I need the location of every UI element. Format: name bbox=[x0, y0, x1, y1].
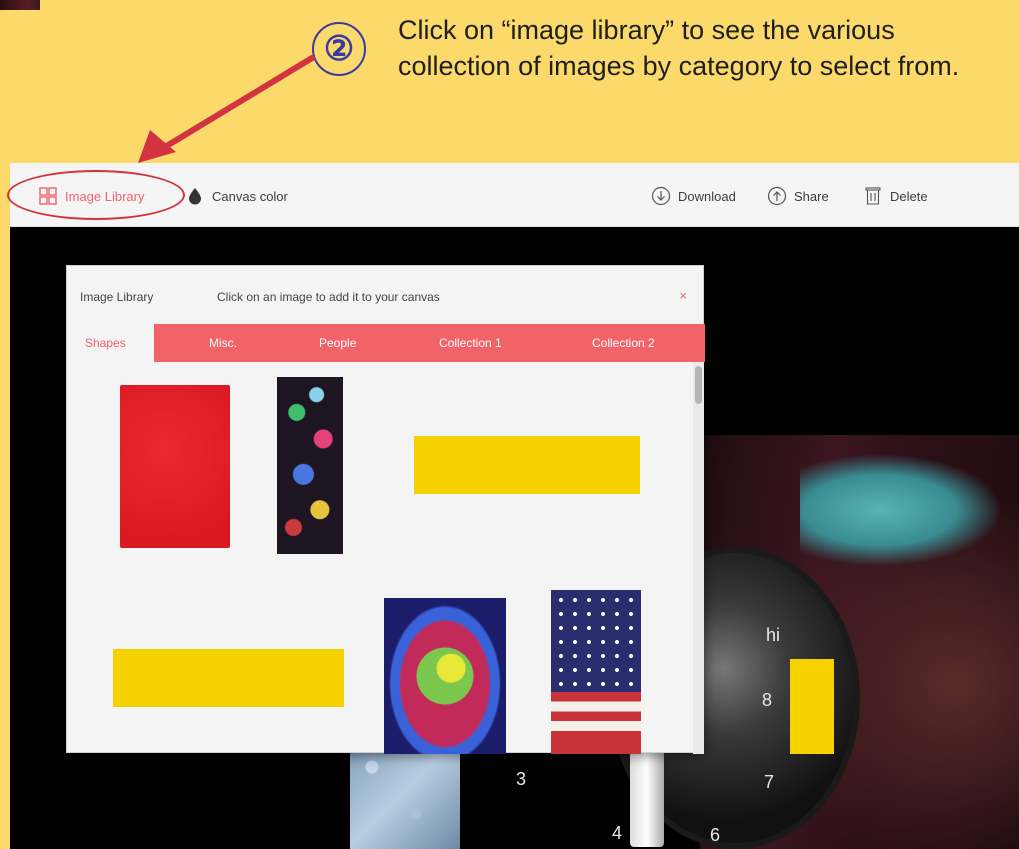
grid-icon bbox=[38, 186, 58, 206]
modal-title: Image Library bbox=[80, 290, 154, 304]
share-icon bbox=[767, 186, 787, 206]
canvas-color-button[interactable]: Canvas color bbox=[185, 185, 288, 207]
editor-toolbar: Image Library Canvas color Download Shar… bbox=[10, 163, 1019, 227]
dial-label: hi bbox=[766, 625, 781, 645]
image-library-label: Image Library bbox=[65, 188, 145, 204]
dial-label: 8 bbox=[762, 690, 773, 710]
image-library-modal: Image Library Click on an image to add i… bbox=[66, 265, 705, 754]
canvas-color-label: Canvas color bbox=[212, 188, 288, 204]
dial-label: 4 bbox=[612, 823, 623, 843]
corner-thumbnail bbox=[0, 0, 40, 10]
download-button[interactable]: Download bbox=[651, 185, 736, 207]
tab-people[interactable]: People bbox=[319, 324, 356, 362]
download-icon bbox=[651, 186, 671, 206]
yellow-bar-thumbnail[interactable] bbox=[414, 436, 640, 494]
red-shape-thumbnail[interactable] bbox=[120, 385, 230, 548]
delete-label: Delete bbox=[890, 188, 928, 204]
tab-collection-1[interactable]: Collection 1 bbox=[439, 324, 502, 362]
collage-yellow-shape[interactable] bbox=[790, 659, 834, 754]
tab-collection-2[interactable]: Collection 2 bbox=[592, 324, 655, 362]
dial-label: 6 bbox=[710, 825, 721, 845]
download-label: Download bbox=[678, 188, 736, 204]
collage-teal-image[interactable] bbox=[800, 455, 1000, 565]
tab-misc[interactable]: Misc. bbox=[209, 324, 237, 362]
dial-label: 3 bbox=[516, 769, 527, 789]
share-label: Share bbox=[794, 188, 829, 204]
scrollbar-thumb[interactable] bbox=[695, 366, 702, 404]
step-number-badge: ② bbox=[312, 22, 366, 76]
dial-label: 7 bbox=[764, 772, 775, 792]
category-tabs: Shapes Misc. People Collection 1 Collect… bbox=[67, 324, 705, 362]
yellow-bar-thumbnail[interactable] bbox=[113, 649, 344, 707]
instruction-text: Click on “image library” to see the vari… bbox=[398, 15, 960, 81]
close-icon[interactable]: × bbox=[679, 288, 687, 303]
brain-scan-thumbnail[interactable] bbox=[384, 598, 506, 754]
mosaic-image-thumbnail[interactable] bbox=[277, 377, 343, 554]
tab-shapes[interactable]: Shapes bbox=[67, 324, 154, 362]
modal-header: Image Library Click on an image to add i… bbox=[67, 266, 703, 324]
drop-icon bbox=[185, 186, 205, 206]
share-button[interactable]: Share bbox=[767, 185, 829, 207]
image-library-button[interactable]: Image Library bbox=[38, 185, 144, 207]
flag-thumbnail[interactable] bbox=[551, 590, 641, 754]
flag-stars bbox=[551, 590, 641, 692]
image-gallery bbox=[67, 362, 692, 754]
delete-button[interactable]: Delete bbox=[863, 185, 928, 207]
trash-icon bbox=[863, 186, 883, 206]
modal-subtitle: Click on an image to add it to your canv… bbox=[217, 290, 440, 304]
gallery-scrollbar[interactable] bbox=[693, 362, 704, 754]
